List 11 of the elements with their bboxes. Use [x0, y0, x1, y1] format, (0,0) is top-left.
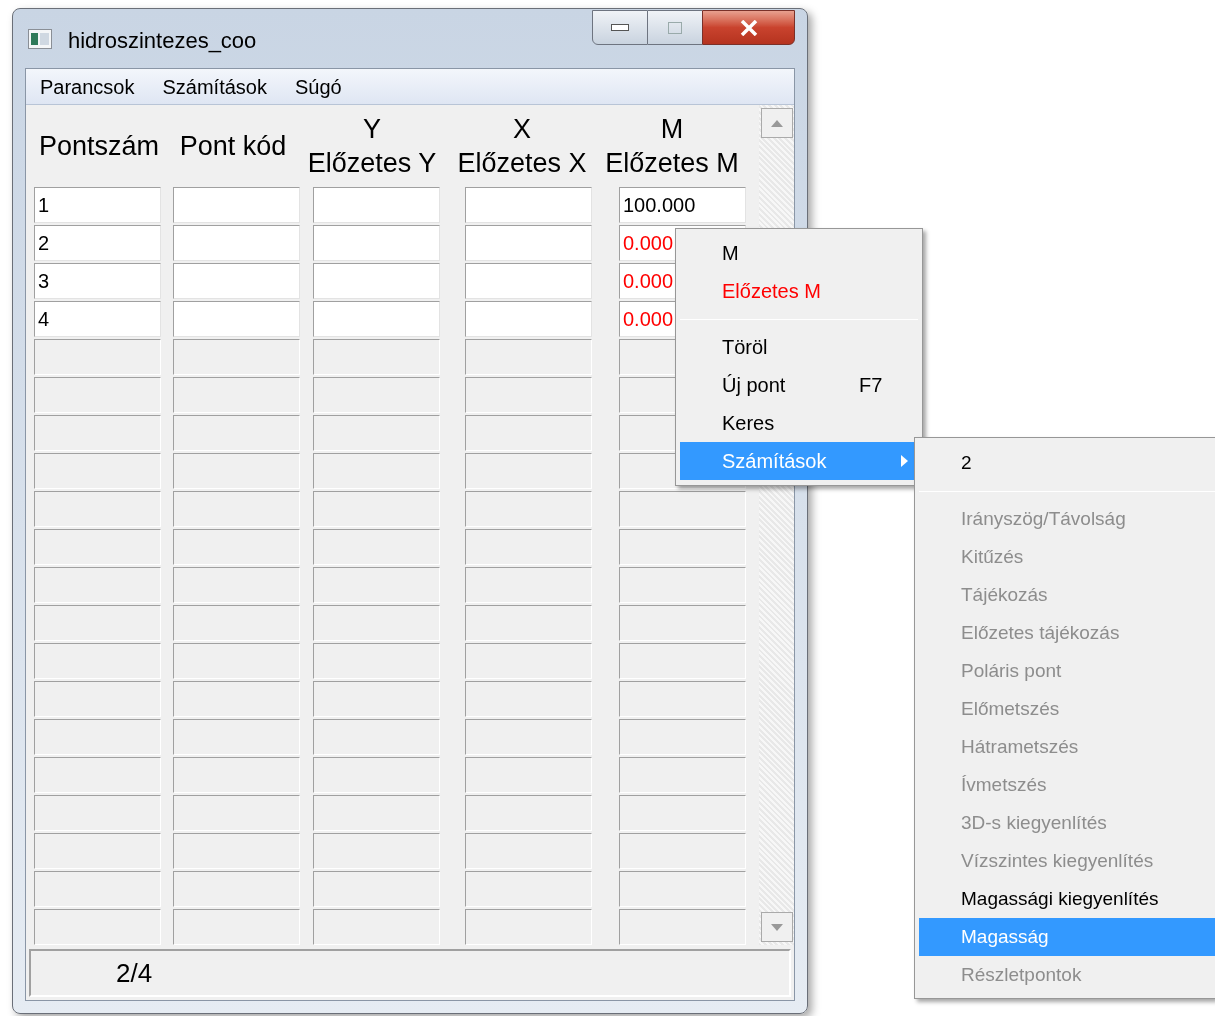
column-header: Pont kód [179, 130, 287, 163]
column-header: M [660, 113, 684, 146]
column-subheader: Előzetes M [605, 147, 739, 180]
column-subheader: Előzetes Y [307, 147, 437, 180]
status-text: 2/4 [116, 956, 153, 990]
window-title: hidroszintezes_coo [68, 27, 257, 55]
shortcut-text: F7 [859, 373, 883, 398]
column-subheader: Előzetes X [457, 147, 587, 180]
column-header: X [513, 113, 531, 146]
column-header: Pontszám [38, 130, 160, 163]
column-header: Y [363, 113, 381, 146]
